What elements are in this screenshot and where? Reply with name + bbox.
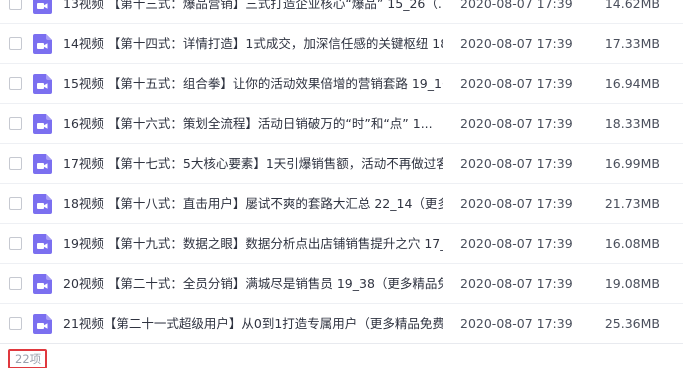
file-date: 2020-08-07 17:39 <box>460 196 573 211</box>
video-file-icon <box>33 314 52 334</box>
row-checkbox[interactable] <box>9 157 22 170</box>
item-count: 22项 <box>8 349 48 368</box>
row-checkbox[interactable] <box>9 197 22 210</box>
file-row[interactable]: 15视频 【第十五式：组合拳】让你的活动效果倍增的营销套路 19_16... 20… <box>0 64 683 104</box>
file-size: 19.08MB <box>604 276 660 291</box>
file-name[interactable]: 20视频 【第二十式：全员分销】满城尽是销售员 19_38（更多精品免... <box>63 264 443 304</box>
file-row[interactable]: 17视频 【第十七式：5大核心要素】1天引爆销售额，活动不再做过客... 2020… <box>0 144 683 184</box>
file-date: 2020-08-07 17:39 <box>460 156 573 171</box>
file-date: 2020-08-07 17:39 <box>460 0 573 11</box>
file-size: 16.99MB <box>604 156 660 171</box>
row-checkbox[interactable] <box>9 77 22 90</box>
video-file-icon <box>33 74 52 94</box>
file-row[interactable]: 14视频 【第十四式：详情打造】1式成交，加深信任感的关键枢纽 18... 202… <box>0 24 683 64</box>
file-row[interactable]: 16视频 【第十六式：策划全流程】活动日销破万的“时”和“点” 1... 2020… <box>0 104 683 144</box>
video-file-icon <box>33 234 52 254</box>
row-checkbox[interactable] <box>9 277 22 290</box>
file-date: 2020-08-07 17:39 <box>460 36 573 51</box>
file-size: 18.33MB <box>604 116 660 131</box>
file-date: 2020-08-07 17:39 <box>460 116 573 131</box>
video-file-icon <box>33 34 52 54</box>
file-size: 21.73MB <box>604 196 660 211</box>
video-file-icon <box>33 194 52 214</box>
file-name[interactable]: 21视频【第二十一式超级用户】从0到1打造专属用户（更多精品免费... <box>63 304 443 344</box>
row-checkbox[interactable] <box>9 0 22 10</box>
file-list: 13视频 【第十三式：爆品营销】三式打造企业核心“爆品” 15_26（... 20… <box>0 0 683 344</box>
file-name[interactable]: 16视频 【第十六式：策划全流程】活动日销破万的“时”和“点” 1... <box>63 104 443 144</box>
file-size: 16.08MB <box>604 236 660 251</box>
video-file-icon <box>33 274 52 294</box>
row-checkbox[interactable] <box>9 37 22 50</box>
file-date: 2020-08-07 17:39 <box>460 276 573 291</box>
file-name[interactable]: 15视频 【第十五式：组合拳】让你的活动效果倍增的营销套路 19_16... <box>63 64 443 104</box>
row-checkbox[interactable] <box>9 117 22 130</box>
file-name[interactable]: 17视频 【第十七式：5大核心要素】1天引爆销售额，活动不再做过客... <box>63 144 443 184</box>
row-checkbox[interactable] <box>9 317 22 330</box>
row-checkbox[interactable] <box>9 237 22 250</box>
list-footer: 22项 <box>0 343 683 368</box>
file-size: 17.33MB <box>604 36 660 51</box>
file-row[interactable]: 18视频 【第十八式：直击用户】屡试不爽的套路大汇总 22_14（更多... 20… <box>0 184 683 224</box>
file-row[interactable]: 13视频 【第十三式：爆品营销】三式打造企业核心“爆品” 15_26（... 20… <box>0 0 683 24</box>
file-name[interactable]: 13视频 【第十三式：爆品营销】三式打造企业核心“爆品” 15_26（... <box>63 0 443 24</box>
file-row[interactable]: 19视频 【第十九式：数据之眼】数据分析点出店铺销售提升之穴 17_... 202… <box>0 224 683 264</box>
file-name[interactable]: 18视频 【第十八式：直击用户】屡试不爽的套路大汇总 22_14（更多... <box>63 184 443 224</box>
file-date: 2020-08-07 17:39 <box>460 236 573 251</box>
file-row[interactable]: 20视频 【第二十式：全员分销】满城尽是销售员 19_38（更多精品免... 20… <box>0 264 683 304</box>
file-date: 2020-08-07 17:39 <box>460 316 573 331</box>
file-list-view: 13视频 【第十三式：爆品营销】三式打造企业核心“爆品” 15_26（... 20… <box>0 0 683 368</box>
file-size: 25.36MB <box>604 316 660 331</box>
file-row[interactable]: 21视频【第二十一式超级用户】从0到1打造专属用户（更多精品免费... 2020-… <box>0 304 683 344</box>
video-file-icon <box>33 114 52 134</box>
file-size: 14.62MB <box>604 0 660 11</box>
file-name[interactable]: 14视频 【第十四式：详情打造】1式成交，加深信任感的关键枢纽 18... <box>63 24 443 64</box>
video-file-icon <box>33 154 52 174</box>
file-date: 2020-08-07 17:39 <box>460 76 573 91</box>
file-name[interactable]: 19视频 【第十九式：数据之眼】数据分析点出店铺销售提升之穴 17_... <box>63 224 443 264</box>
video-file-icon <box>33 0 52 14</box>
file-size: 16.94MB <box>604 76 660 91</box>
